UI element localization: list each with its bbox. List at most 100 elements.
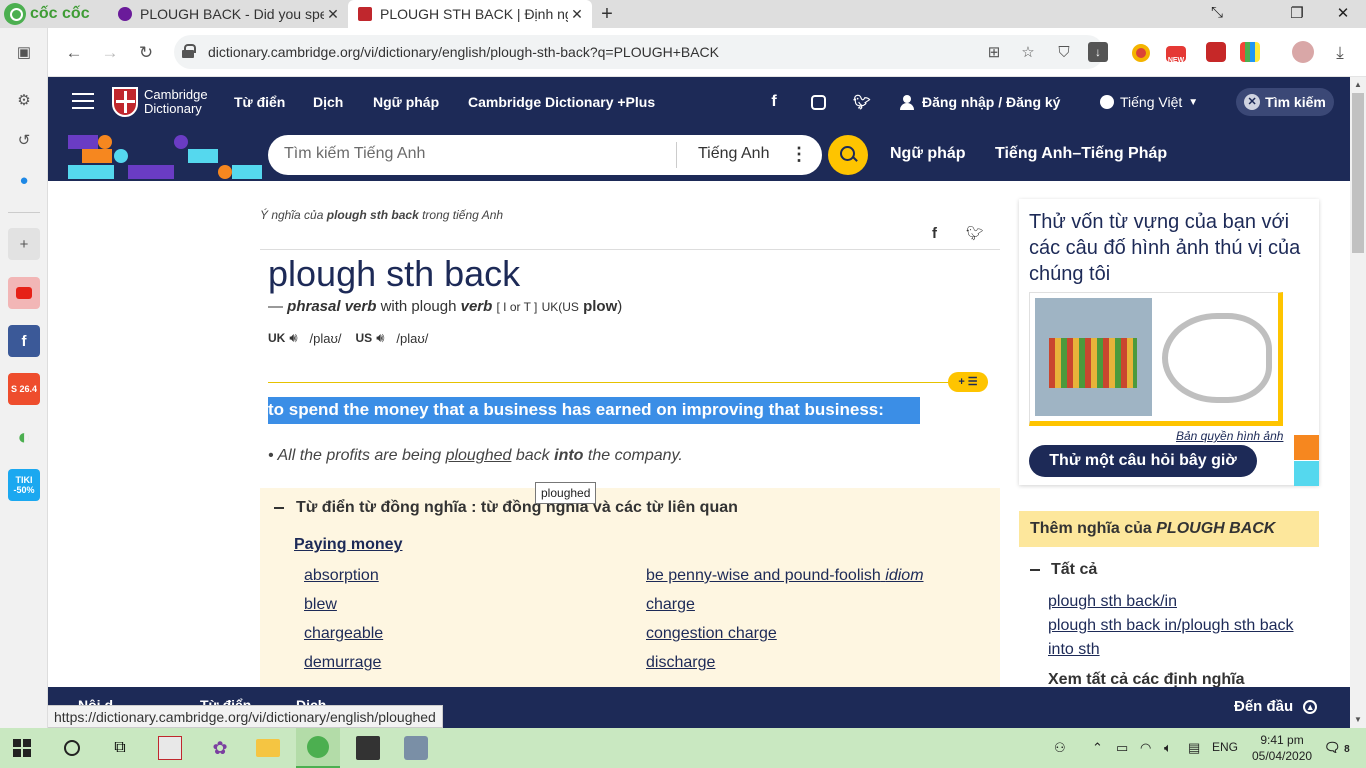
nav-dictionary[interactable]: Từ điển [234, 94, 285, 110]
translate-icon[interactable]: ⊞ [982, 40, 1006, 64]
more-options-icon[interactable]: ⋮ [790, 144, 808, 165]
search-button[interactable] [828, 135, 868, 175]
cambridge-logo[interactable]: Cambridge Dictionary [112, 87, 208, 117]
thesaurus-title[interactable]: Từ điển từ đồng nghĩa : từ đồng nghĩa và… [274, 499, 738, 517]
chrome-extension-icon[interactable] [1132, 44, 1150, 62]
browser-tab-active[interactable]: PLOUGH STH BACK | Định ng ✕ [348, 0, 592, 28]
browser-tab[interactable]: PLOUGH BACK - Did you spel ✕ [108, 0, 348, 28]
messenger-icon[interactable]: ● [8, 164, 40, 196]
youtube-icon[interactable] [8, 277, 40, 309]
restore-window-icon[interactable]: ⤡ [1202, 4, 1232, 21]
file-explorer-icon[interactable] [256, 739, 280, 757]
download-page-icon[interactable]: ↓ [1088, 42, 1108, 62]
downloads-icon[interactable]: ⤓ [1326, 39, 1354, 67]
all-meanings-toggle[interactable]: Tất cả [1030, 561, 1097, 579]
new-tab-button[interactable]: + [596, 3, 618, 26]
language-select[interactable]: Tiếng Việt ▼ [1100, 94, 1198, 110]
thesaurus-item[interactable]: chargeable [304, 625, 383, 643]
thesaurus-item[interactable]: congestion charge [646, 625, 777, 643]
url-text[interactable]: dictionary.cambridge.org/vi/dictionary/e… [208, 44, 719, 60]
scroll-up-arrow-icon[interactable]: ▲ [1350, 77, 1366, 93]
people-icon[interactable]: ⚇ [1054, 740, 1066, 756]
audio-us-icon[interactable]: 🔊︎ [376, 330, 384, 346]
menu-icon[interactable] [72, 93, 94, 113]
tab-close-icon[interactable]: ✕ [324, 6, 342, 23]
facebook-icon[interactable]: f [764, 92, 784, 112]
related-entry-link[interactable]: plough sth back/in [1048, 593, 1177, 611]
thesaurus-item[interactable]: demurrage [304, 654, 381, 672]
bookmark-star-icon[interactable]: ☆ [1016, 40, 1040, 64]
keyboard-icon[interactable]: ▤ [1188, 740, 1200, 756]
nav-grammar[interactable]: Ngữ pháp [373, 94, 439, 110]
example-link[interactable]: ploughed [446, 447, 512, 464]
forward-icon[interactable]: → [96, 39, 124, 67]
english-french-link[interactable]: Tiếng Anh–Tiếng Pháp [995, 145, 1167, 163]
nav-translate[interactable]: Dịch [313, 94, 343, 110]
twitter-icon[interactable]: 🐦︎ [852, 92, 872, 112]
color-extension-icon[interactable] [1240, 42, 1260, 62]
instagram-icon[interactable] [808, 92, 828, 112]
browser-logo[interactable]: cốc cốc [4, 2, 90, 26]
scroll-down-arrow-icon[interactable]: ▼ [1350, 712, 1366, 728]
thesaurus-category[interactable]: Paying money [294, 536, 402, 554]
coccoc-taskbar-icon[interactable] [296, 728, 340, 768]
grammar-link[interactable]: Ngữ pháp [890, 145, 966, 163]
shield-icon[interactable]: ⛉ [1052, 40, 1076, 64]
reload-icon[interactable]: ↻ [132, 39, 160, 67]
profile-avatar[interactable] [1292, 41, 1314, 63]
red-extension-icon[interactable] [1206, 42, 1226, 62]
cortana-search-icon[interactable] [60, 736, 84, 760]
clock[interactable]: 9:41 pm 05/04/2020 [1252, 732, 1312, 764]
search-input[interactable] [284, 145, 664, 163]
thesaurus-item[interactable]: blew [304, 596, 337, 614]
tray-chevron-up-icon[interactable]: ⌃ [1092, 740, 1103, 756]
quiz-image[interactable] [1029, 292, 1283, 426]
tab-close-icon[interactable]: ✕ [568, 6, 586, 23]
see-all-definitions-link[interactable]: Xem tất cả các định nghĩa [1048, 671, 1245, 687]
page-scrollbar[interactable]: ▲ ▼ [1350, 77, 1366, 728]
try-quiz-button[interactable]: Thử một câu hỏi bây giờ [1029, 445, 1257, 477]
thesaurus-item[interactable]: absorption [304, 567, 379, 585]
task-view-icon[interactable]: ⧉ [108, 736, 132, 760]
back-to-top-button[interactable]: Đến đầu ▲ [1234, 698, 1318, 715]
windows-start-icon[interactable] [12, 738, 32, 758]
notifications-icon[interactable]: 🗨︎ 8 [1324, 740, 1350, 756]
related-entry-link[interactable]: plough sth back in/plough sth back [1048, 617, 1294, 635]
facebook-icon[interactable]: f [8, 325, 40, 357]
paint-icon[interactable]: ✿ [208, 736, 232, 760]
shopee-icon[interactable]: S 26.4 [8, 373, 40, 405]
thesaurus-item[interactable]: be penny-wise and pound-foolish [646, 567, 881, 584]
back-icon[interactable]: ← [60, 39, 88, 67]
sidebar-toggle-icon[interactable]: ▣ [8, 36, 40, 68]
add-app-icon[interactable]: + [8, 228, 40, 260]
share-facebook-icon[interactable]: f [932, 225, 937, 242]
app-icon[interactable] [404, 736, 428, 760]
search-language-select[interactable]: Tiếng Anh [698, 145, 769, 163]
tiki-icon[interactable]: TIKI -50% [8, 469, 40, 501]
app-icon[interactable] [158, 736, 182, 760]
volume-icon[interactable]: 🔈︎ [1164, 740, 1172, 756]
us-variant[interactable]: plow [583, 298, 617, 315]
input-language[interactable]: ENG [1212, 740, 1238, 754]
audio-uk-icon[interactable]: 🔊︎ [289, 330, 297, 346]
sticky-notes-icon[interactable] [356, 736, 380, 760]
nav-plus[interactable]: Cambridge Dictionary +Plus [468, 94, 655, 110]
close-search-button[interactable]: ✕ Tìm kiếm [1236, 88, 1334, 116]
thesaurus-item[interactable]: discharge [646, 654, 715, 672]
image-credits-link[interactable]: Bản quyền hình ảnh [1176, 429, 1283, 443]
scroll-thumb[interactable] [1352, 93, 1364, 253]
history-icon[interactable]: ↺ [8, 124, 40, 156]
coccoc-app-icon[interactable]: ◐ [8, 421, 40, 453]
news-extension-icon[interactable]: NEW [1166, 46, 1186, 64]
settings-icon[interactable]: ⚙ [8, 84, 40, 116]
login-link[interactable]: Đăng nhập / Đăng ký [900, 94, 1060, 110]
thesaurus-item[interactable]: charge [646, 596, 695, 614]
battery-icon[interactable]: ▭ [1116, 740, 1128, 756]
address-bar[interactable]: dictionary.cambridge.org/vi/dictionary/e… [174, 35, 1108, 69]
related-entry-link[interactable]: into sth [1048, 641, 1100, 659]
share-twitter-icon[interactable]: 🐦︎ [966, 225, 984, 242]
wifi-icon[interactable]: ◠ [1140, 740, 1151, 756]
maximize-window-icon[interactable]: ❐ [1282, 4, 1312, 22]
add-to-wordlist-button[interactable]: + ☰ [948, 372, 988, 392]
close-window-icon[interactable]: ✕ [1328, 4, 1358, 22]
